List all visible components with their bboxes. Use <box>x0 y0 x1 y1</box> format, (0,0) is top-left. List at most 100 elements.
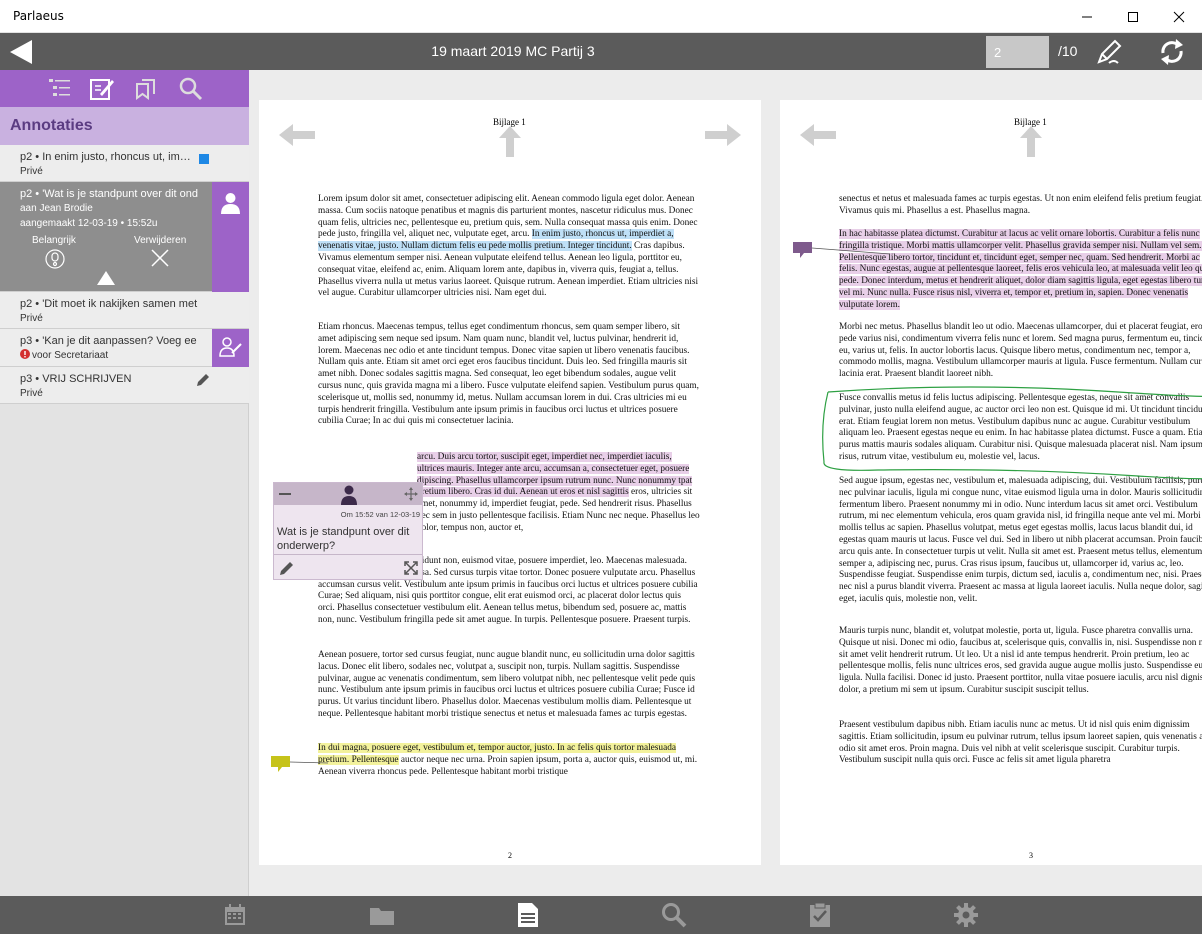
annotation-item[interactable]: p3 • VRIJ SCHRIJVEN Privé <box>0 367 249 404</box>
comment-marker-icon[interactable] <box>270 754 330 776</box>
popup-text: Wat is je standpunt over dit onderwerp? <box>277 526 410 552</box>
document-button[interactable] <box>515 902 541 928</box>
maximize-icon <box>1128 11 1138 22</box>
app-toolbar: 19 maart 2019 MC Partij 3 /10 <box>0 33 1202 70</box>
annotation-item-selected[interactable]: p2 • 'Wat is je standpunt over dit ond… … <box>0 182 249 292</box>
annotations-sidebar: Annotaties p2 • In enim justo, rhoncus u… <box>0 70 249 896</box>
next-page-arrow-icon[interactable] <box>703 122 743 148</box>
color-marker <box>199 154 209 164</box>
prev-page-arrow-icon[interactable] <box>798 122 838 148</box>
secretary-icon <box>219 337 242 357</box>
annotation-title: p2 • 'Wat is je standpunt over dit ond… <box>20 188 198 200</box>
popup-header <box>274 483 422 505</box>
annotation-item[interactable]: p3 • 'Kan je dit aanpassen? Voeg ee… voo… <box>0 329 249 367</box>
annotation-recipient: aan Jean Brodie <box>20 203 93 214</box>
list-icon <box>49 79 70 96</box>
triangle-up-icon <box>97 271 115 285</box>
move-icon[interactable] <box>404 487 418 501</box>
annotations-header: Annotaties <box>0 107 249 145</box>
annotate-pen-button[interactable] <box>1094 37 1124 67</box>
expand-icon[interactable] <box>403 560 419 576</box>
minimize-button[interactable] <box>1064 0 1110 33</box>
page-header: Bijlage 1 <box>493 117 526 127</box>
pencil-icon[interactable] <box>279 560 295 576</box>
bottom-navigation <box>0 896 1202 934</box>
page-number: 2 <box>508 851 512 860</box>
page-number: 3 <box>1029 851 1033 860</box>
document-page-3[interactable]: Bijlage 1 senectus et netus et malesuada… <box>780 100 1202 865</box>
annotation-item[interactable]: p2 • In enim justo, rhoncus ut, im… Priv… <box>0 145 249 182</box>
document-page-2[interactable]: Bijlage 1 Lorem ipsum dolor sit amet, co… <box>259 100 761 865</box>
edit-icon <box>90 79 114 100</box>
paragraph: Praesent vestibulum dapibus nibh. Etiam … <box>839 720 1202 766</box>
paragraph: In hac habitasse platea dictumst. Curabi… <box>839 229 1202 312</box>
list-view-button[interactable] <box>47 76 73 102</box>
calendar-icon <box>225 904 245 925</box>
freehand-ink-annotation[interactable] <box>818 384 1202 482</box>
paragraph: In dui magna, posuere eget, vestibulum e… <box>318 743 700 778</box>
annotations-heading: Annotaties <box>10 117 93 134</box>
annotation-popup[interactable]: Om 15:52 van 12-03-19 Wat is je standpun… <box>273 482 423 580</box>
collapse-button[interactable] <box>96 270 116 286</box>
important-button[interactable] <box>44 248 66 270</box>
annotation-title: p3 • 'Kan je dit aanpassen? Voeg ee… <box>20 335 198 347</box>
sync-icon <box>1161 39 1183 65</box>
settings-button[interactable] <box>953 902 979 928</box>
annotation-subtitle: Privé <box>20 166 43 177</box>
folder-button[interactable] <box>369 902 395 928</box>
tasks-button[interactable] <box>807 902 833 928</box>
annotation-subtitle: Privé <box>20 313 43 324</box>
annotation-item[interactable]: p2 • 'Dit moet ik nakijken samen met… Pr… <box>0 292 249 329</box>
close-icon <box>1173 11 1185 22</box>
minimize-icon <box>1082 16 1092 17</box>
search-icon <box>179 77 203 101</box>
close-button[interactable] <box>1156 0 1202 33</box>
maximize-button[interactable] <box>1110 0 1156 33</box>
highlight-purple[interactable]: In hac habitasse platea dictumst. Curabi… <box>839 229 1202 310</box>
annotation-type-strip <box>212 329 249 367</box>
page-total: /10 <box>1058 43 1078 59</box>
edit-annotations-button[interactable] <box>89 76 115 102</box>
minimize-icon[interactable] <box>278 487 292 501</box>
page-number-input[interactable] <box>986 36 1049 68</box>
sync-button[interactable] <box>1156 36 1188 68</box>
delete-button[interactable] <box>150 248 170 268</box>
clipboard-check-icon <box>810 902 830 927</box>
paragraph: Sed augue ipsum, egestas nec, vestibulum… <box>839 476 1202 604</box>
paragraph: arcu. Duis arcu tortor, suscipit eget, i… <box>417 452 700 535</box>
document-viewer[interactable]: Bijlage 1 Lorem ipsum dolor sit amet, co… <box>249 70 1202 896</box>
alert-icon <box>20 349 30 359</box>
paragraph: Mauris turpis nunc, blandit et, volutpat… <box>839 626 1202 695</box>
search-button[interactable] <box>661 902 687 928</box>
popup-divider <box>274 554 422 555</box>
annotation-recipient: voor Secretariaat <box>32 350 109 361</box>
paragraph: Etiam rhoncus. Maecenas tempus, tellus e… <box>318 322 699 427</box>
calendar-button[interactable] <box>222 902 248 928</box>
sidebar-toolbar <box>0 70 249 107</box>
annotations-overview-button[interactable] <box>134 76 160 102</box>
folder-icon <box>370 908 394 925</box>
pencil-icon <box>197 374 209 386</box>
sidebar-search-button[interactable] <box>178 76 204 102</box>
page-header: Bijlage 1 <box>1014 117 1047 127</box>
paragraph: Lorem ipsum dolor sit amet, consectetuer… <box>318 194 700 300</box>
prev-page-arrow-icon[interactable] <box>277 122 317 148</box>
paragraph: senectus et netus et malesuada fames ac … <box>839 194 1202 216</box>
scroll-up-arrow-icon[interactable] <box>497 124 523 158</box>
paragraph: Morbi nec metus. Phasellus blandit leo u… <box>839 322 1202 380</box>
search-icon <box>662 903 687 928</box>
scroll-up-arrow-icon[interactable] <box>1018 124 1044 158</box>
window-titlebar: Parlaeus <box>0 0 1202 33</box>
annotation-title: p2 • 'Dit moet ik nakijken samen met… <box>20 298 198 310</box>
document-title: 19 maart 2019 MC Partij 3 <box>431 43 595 59</box>
person-icon <box>221 193 240 214</box>
comment-marker-icon[interactable] <box>792 240 892 264</box>
close-icon <box>151 249 169 267</box>
paragraph: Aenean posuere, tortor sed cursus feugia… <box>318 650 696 719</box>
popup-meta: Om 15:52 van 12-03-19 <box>340 510 420 519</box>
annotation-type-strip <box>212 182 249 292</box>
person-icon <box>341 485 357 505</box>
document-icon <box>518 903 538 927</box>
annotation-title: p3 • VRIJ SCHRIJVEN <box>20 373 132 385</box>
annotations-icon <box>136 79 155 100</box>
